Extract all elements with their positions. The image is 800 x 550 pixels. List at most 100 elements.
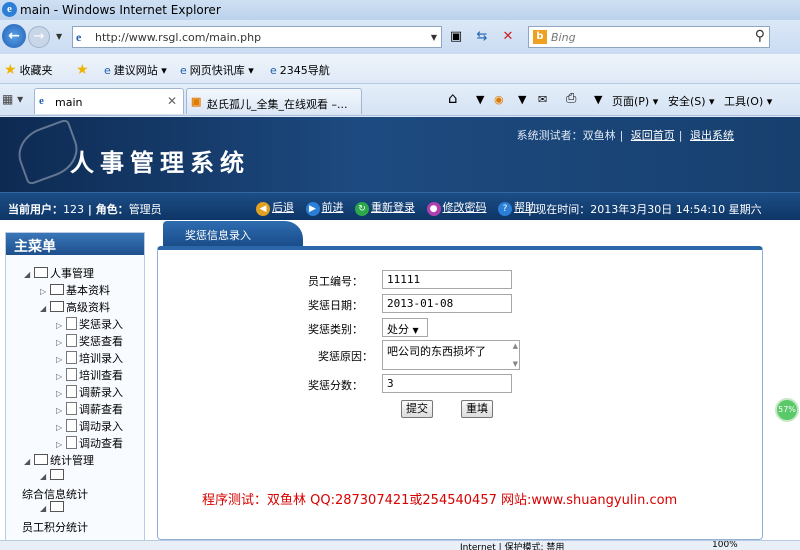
tab-bar: ▦ ▾ e main ✕ ▣ 赵氏孤儿_全集_在线观看 –... ⌂ ▼ ◉ ▼… (0, 84, 800, 116)
tab-video[interactable]: ▣ 赵氏孤儿_全集_在线观看 –... (186, 88, 362, 114)
page-icon: e (39, 95, 44, 107)
doc-icon (66, 419, 77, 432)
forward-button[interactable]: → (28, 26, 50, 48)
reward-form-panel: 员工编号： 11111 奖惩日期： 2013-01-08 奖惩类别： 处分 ▼ … (157, 246, 763, 540)
tools-menu[interactable]: 工具(O) ▾ (724, 93, 772, 109)
close-icon[interactable]: ✕ (167, 94, 177, 108)
fav-item-webslice[interactable]: e 网页快讯库 ▾ (180, 62, 254, 78)
home-dropdown-icon[interactable]: ▼ (476, 93, 484, 106)
tree-leaf-salary-entry[interactable]: ▷ 调薪录入 (56, 384, 123, 400)
bing-icon: b (533, 30, 547, 44)
address-input[interactable]: e http://www.rsgl.com/main.php ▼ (72, 26, 442, 48)
date-label: 奖惩日期： (308, 299, 363, 312)
page-icon: e (76, 30, 82, 44)
tree-leaf-training-entry[interactable]: ▷ 培训录入 (56, 350, 123, 366)
stop-icon[interactable]: ✕ (498, 27, 518, 47)
user-info-bar: 当前用户：123 | 角色：管理员 ◀ 后退 ▶ 前进 ↻ 重新登录 ● 修改密码 ? 帮… (0, 192, 800, 220)
print-dropdown-icon[interactable]: ▼ (594, 93, 602, 106)
tree-node-advanced[interactable]: ◢ 高级资料 (40, 299, 110, 315)
favorites-button[interactable]: ★ 收藏夹 (4, 62, 53, 78)
tree-node-stats-folder-2[interactable]: ◢ (40, 501, 66, 514)
reason-textarea[interactable]: 吧公司的东西损坏了 ▲ ▼ (382, 340, 520, 370)
back-link[interactable]: ◀ 后退 (256, 199, 294, 216)
submit-button[interactable]: 提交 (401, 400, 433, 418)
rss-icon[interactable]: ◉ (494, 93, 504, 106)
print-icon[interactable]: ⎙ (566, 91, 576, 106)
help-icon: ? (498, 202, 512, 216)
fav-item-2345[interactable]: e 2345导航 (270, 62, 330, 78)
lock-icon: ● (426, 202, 441, 216)
tree-leaf-transfer-entry[interactable]: ▷ 调动录入 (56, 418, 123, 434)
status-bar: Internet | 保护模式: 禁用 100% (0, 540, 800, 550)
doc-icon (66, 368, 77, 381)
tree-leaf-score-stats[interactable]: 员工积分统计 (22, 519, 88, 535)
refresh-icon[interactable]: ⇆ (472, 27, 492, 47)
tree-leaf-transfer-view[interactable]: ▷ 调动查看 (56, 435, 123, 451)
rss-dropdown-icon[interactable]: ▼ (518, 93, 526, 106)
folder-icon (50, 284, 64, 295)
fav-item-suggested[interactable]: e 建议网站 ▾ (104, 62, 167, 78)
collapse-icon: ◢ (24, 457, 31, 466)
home-link[interactable]: 返回首页 (631, 129, 675, 142)
forward-link[interactable]: ▶ 前进 (305, 199, 344, 216)
expand-icon: ▷ (40, 287, 47, 296)
tree-leaf-salary-view[interactable]: ▷ 调薪查看 (56, 401, 123, 417)
content-tab[interactable]: 奖惩信息录入 (163, 221, 303, 246)
type-select[interactable]: 处分 ▼ (382, 318, 428, 337)
add-favorite-icon[interactable]: ★ (76, 62, 92, 78)
score-input[interactable]: 3 (382, 374, 512, 393)
safety-menu[interactable]: 安全(S) ▾ (668, 93, 715, 109)
doc-icon (66, 402, 77, 415)
home-icon[interactable]: ⌂ (448, 89, 458, 107)
top-links: 系统测试者：双鱼林 | 返回首页 | 退出系统 (516, 129, 734, 142)
tree-node-stats[interactable]: ◢ 统计管理 (24, 452, 94, 468)
doc-icon (66, 317, 77, 330)
current-time: | 现在时间：2013年3月30日 14:54:10 星期六 (528, 203, 762, 216)
footer-note: 程序测试：双鱼林 QQ:287307421或254540457 网站:www.s… (202, 493, 678, 508)
scroll-up-icon: ▲ (512, 342, 518, 350)
tree-leaf-overall-stats[interactable]: 综合信息统计 (22, 486, 88, 502)
doc-icon (66, 334, 77, 347)
change-password-link[interactable]: ● 修改密码 (426, 199, 487, 216)
tree-leaf-training-view[interactable]: ▷ 培训查看 (56, 367, 123, 383)
folder-icon (50, 469, 64, 480)
logout-link[interactable]: 退出系统 (690, 129, 734, 142)
tree-leaf-reward-entry[interactable]: ▷ 奖惩录入 (56, 316, 123, 332)
collapse-icon: ◢ (24, 270, 31, 279)
tree-node-stats-folder[interactable]: ◢ (40, 469, 66, 482)
reason-label: 奖惩原因： (318, 350, 373, 363)
url-text: http://www.rsgl.com/main.php (95, 31, 262, 44)
relogin-link[interactable]: ↻ 重新登录 (355, 199, 415, 216)
date-input[interactable]: 2013-01-08 (382, 294, 512, 313)
mail-icon[interactable]: ✉ (538, 93, 547, 106)
back-button[interactable]: ← (2, 24, 26, 48)
search-icon[interactable]: ⚲ (755, 28, 765, 44)
forward-icon: ▶ (305, 202, 320, 216)
tree-node-basic[interactable]: ▷ 基本资料 (40, 282, 110, 298)
collapse-icon: ◢ (40, 472, 47, 481)
folder-icon (50, 301, 64, 312)
employee-id-input[interactable]: 11111 (382, 270, 512, 289)
doc-icon (66, 385, 77, 398)
search-placeholder: Bing (551, 31, 576, 44)
doc-icon (66, 436, 77, 449)
favorites-bar: ★ 收藏夹 ★ e 建议网站 ▾ e 网页快讯库 ▾ e 2345导航 (0, 54, 800, 84)
page-menu[interactable]: 页面(P) ▾ (612, 93, 658, 109)
score-label: 奖惩分数： (308, 379, 363, 392)
search-input[interactable]: b Bing ⚲ (528, 26, 770, 48)
quick-tabs-icon[interactable]: ▦ ▾ (2, 92, 28, 110)
tab-main[interactable]: e main ✕ (34, 88, 184, 114)
chevron-down-icon: ▼ (412, 326, 419, 335)
employee-id-label: 员工编号： (308, 275, 363, 288)
compatibility-icon[interactable]: ▣ (446, 27, 466, 47)
tree-node-hr[interactable]: ◢ 人事管理 (24, 265, 94, 281)
url-dropdown-icon[interactable]: ▼ (431, 33, 437, 42)
progress-badge[interactable]: 57% (775, 398, 799, 422)
sidebar-menu: 主菜单 ◢ 人事管理 ▷ 基本资料 ◢ 高级资料 ▷ 奖惩录入 ▷ 奖惩查看 ▷ 培训录入 … (5, 232, 145, 550)
history-dropdown-icon[interactable]: ▼ (56, 32, 62, 41)
zoom-level[interactable]: 100% (712, 541, 738, 550)
tree-leaf-reward-view[interactable]: ▷ 奖惩查看 (56, 333, 123, 349)
reset-button[interactable]: 重填 (461, 400, 493, 418)
folder-icon (34, 454, 48, 465)
type-label: 奖惩类别： (308, 323, 363, 336)
